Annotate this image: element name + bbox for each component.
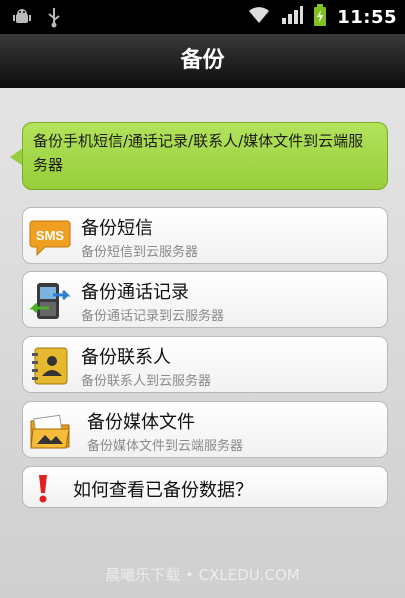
phone-icon	[29, 281, 71, 321]
backup-contacts-button[interactable]: 备份联系人 备份联系人到云服务器	[22, 336, 388, 393]
backup-sms-subtitle: 备份短信到云服务器	[81, 245, 199, 260]
backup-sms-button[interactable]: SMS 备份短信 备份短信到云服务器	[22, 207, 388, 264]
view-backup-help-button[interactable]: 如何查看已备份数据？	[22, 466, 388, 508]
backup-call-log-button[interactable]: 备份通话记录 备份通话记录到云服务器	[22, 271, 388, 328]
battery-charging-icon	[313, 4, 327, 30]
backup-media-title: 备份媒体文件	[87, 412, 195, 433]
watermark: 晨曦乐下载 • CXLEDU.COM	[105, 566, 300, 584]
backup-call-log-subtitle: 备份通话记录到云服务器	[81, 309, 225, 324]
usb-icon	[46, 6, 62, 32]
view-backup-help-label: 如何查看已备份数据？	[73, 480, 253, 501]
exclamation-icon	[37, 473, 49, 507]
backup-media-button[interactable]: 备份媒体文件 备份媒体文件到云端服务器	[22, 401, 388, 458]
page-title: 备份	[0, 34, 405, 88]
signal-icon	[281, 5, 304, 29]
status-time: 11:55	[337, 6, 397, 28]
backup-contacts-title: 备份联系人	[81, 347, 171, 368]
main-content: 备份手机短信/通话记录/联系人/媒体文件到云端服务器 SMS 备份短信 备份短信…	[0, 88, 405, 598]
sms-icon: SMS	[29, 217, 71, 257]
backup-contacts-subtitle: 备份联系人到云服务器	[81, 374, 212, 389]
svg-text:SMS: SMS	[36, 228, 65, 243]
contacts-icon	[29, 346, 71, 386]
info-banner: 备份手机短信/通话记录/联系人/媒体文件到云端服务器	[22, 122, 388, 190]
media-folder-icon	[29, 411, 71, 451]
backup-media-subtitle: 备份媒体文件到云端服务器	[87, 439, 244, 454]
wifi-icon	[247, 5, 271, 29]
android-debug-icon	[12, 7, 32, 31]
backup-call-log-title: 备份通话记录	[81, 282, 189, 303]
backup-sms-title: 备份短信	[81, 218, 153, 239]
status-bar: 11:55	[0, 0, 405, 34]
